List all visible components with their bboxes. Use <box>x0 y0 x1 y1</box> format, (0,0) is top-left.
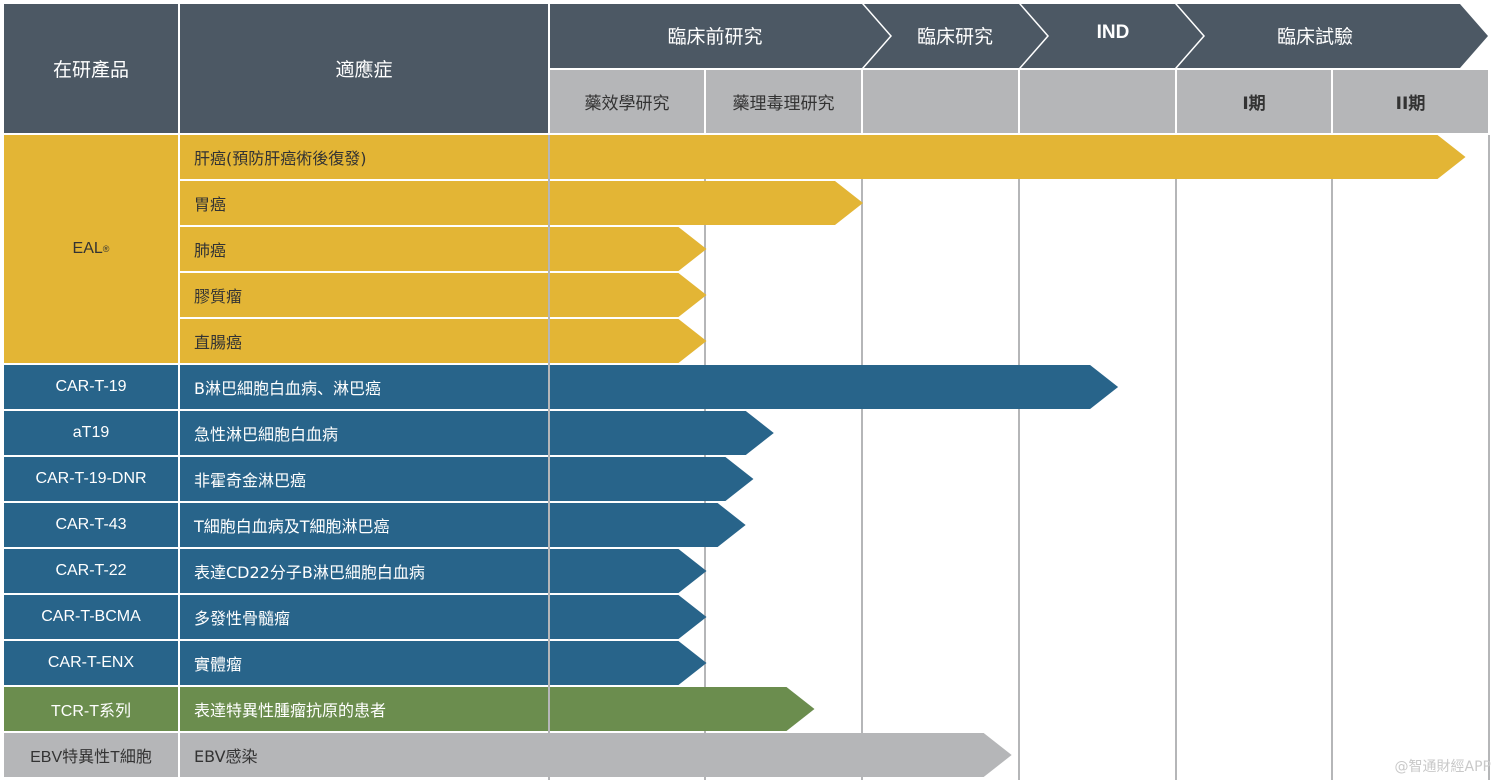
progress-arrow <box>550 733 1012 777</box>
progress-arrow <box>550 411 774 455</box>
progress-arrow <box>550 641 707 685</box>
progress-arrow <box>550 457 754 501</box>
progress-arrow <box>550 503 746 547</box>
progress-arrow <box>550 595 707 639</box>
watermark: @智通財經APP <box>1394 759 1491 775</box>
progress-arrow <box>550 365 1119 409</box>
progress-arrows <box>550 135 1466 777</box>
progress-arrow <box>550 135 1466 179</box>
progress-arrow <box>550 273 707 317</box>
progress-arrow <box>550 687 815 731</box>
progress-arrow <box>550 227 707 271</box>
progress-arrow <box>550 181 863 225</box>
progress-arrow <box>550 549 707 593</box>
progress-arrow <box>550 319 707 363</box>
